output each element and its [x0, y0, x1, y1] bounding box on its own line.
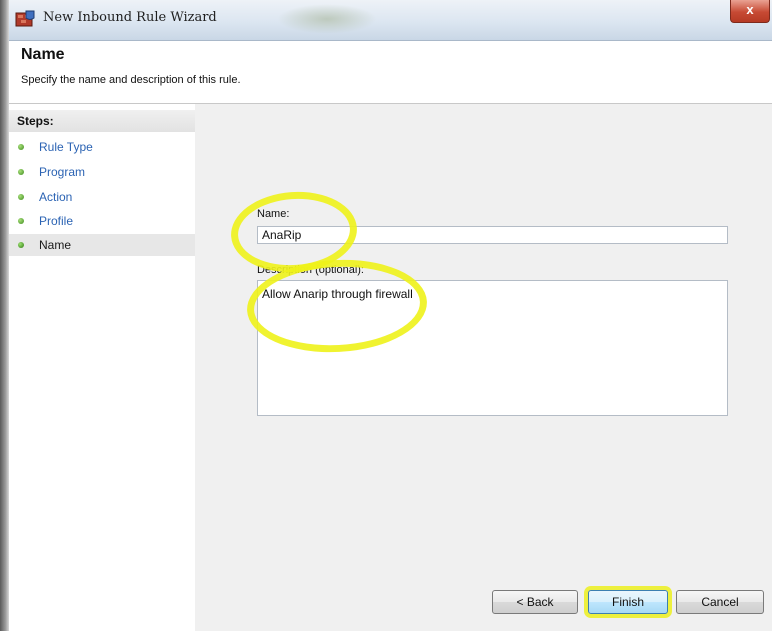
cancel-button[interactable]: Cancel	[676, 590, 764, 614]
title-bar: New Inbound Rule Wizard x	[9, 0, 772, 41]
name-label: Name:	[257, 208, 290, 220]
steps-heading-label: Steps:	[17, 114, 54, 128]
background-window-blur	[277, 4, 377, 34]
green-dot-icon	[18, 242, 24, 248]
description-label: Description (optional):	[257, 264, 364, 276]
green-dot-icon	[18, 169, 24, 175]
page-subtitle: Specify the name and description of this…	[21, 74, 241, 86]
green-dot-icon	[18, 218, 24, 224]
steps-heading: Steps:	[9, 110, 195, 132]
description-textarea[interactable]: Allow Anarip through firewall	[257, 280, 728, 416]
step-label: Program	[39, 165, 86, 179]
step-profile[interactable]: Profile	[9, 210, 195, 232]
finish-button[interactable]: Finish	[588, 590, 668, 614]
step-label: Rule Type	[39, 140, 93, 154]
step-label: Action	[39, 190, 73, 204]
close-button[interactable]: x	[730, 0, 770, 23]
step-name-current: Name	[9, 234, 195, 256]
wizard-header: Name Specify the name and description of…	[9, 41, 772, 103]
step-rule-type[interactable]: Rule Type	[9, 136, 195, 158]
close-icon: x	[746, 2, 754, 17]
green-dot-icon	[18, 194, 24, 200]
desktop-edge	[0, 0, 9, 631]
name-input[interactable]	[257, 226, 728, 244]
step-program[interactable]: Program	[9, 161, 195, 183]
page-title: Name	[21, 46, 65, 63]
steps-sidebar: Steps: Rule Type Program Action Profile …	[9, 104, 195, 631]
firewall-icon	[15, 10, 35, 28]
back-button[interactable]: < Back	[492, 590, 578, 614]
step-label: Profile	[39, 214, 74, 228]
window-title: New Inbound Rule Wizard	[43, 10, 217, 25]
step-label: Name	[39, 238, 72, 252]
step-action[interactable]: Action	[9, 186, 195, 208]
wizard-content: Name: Description (optional): Allow Anar…	[195, 104, 772, 631]
green-dot-icon	[18, 144, 24, 150]
